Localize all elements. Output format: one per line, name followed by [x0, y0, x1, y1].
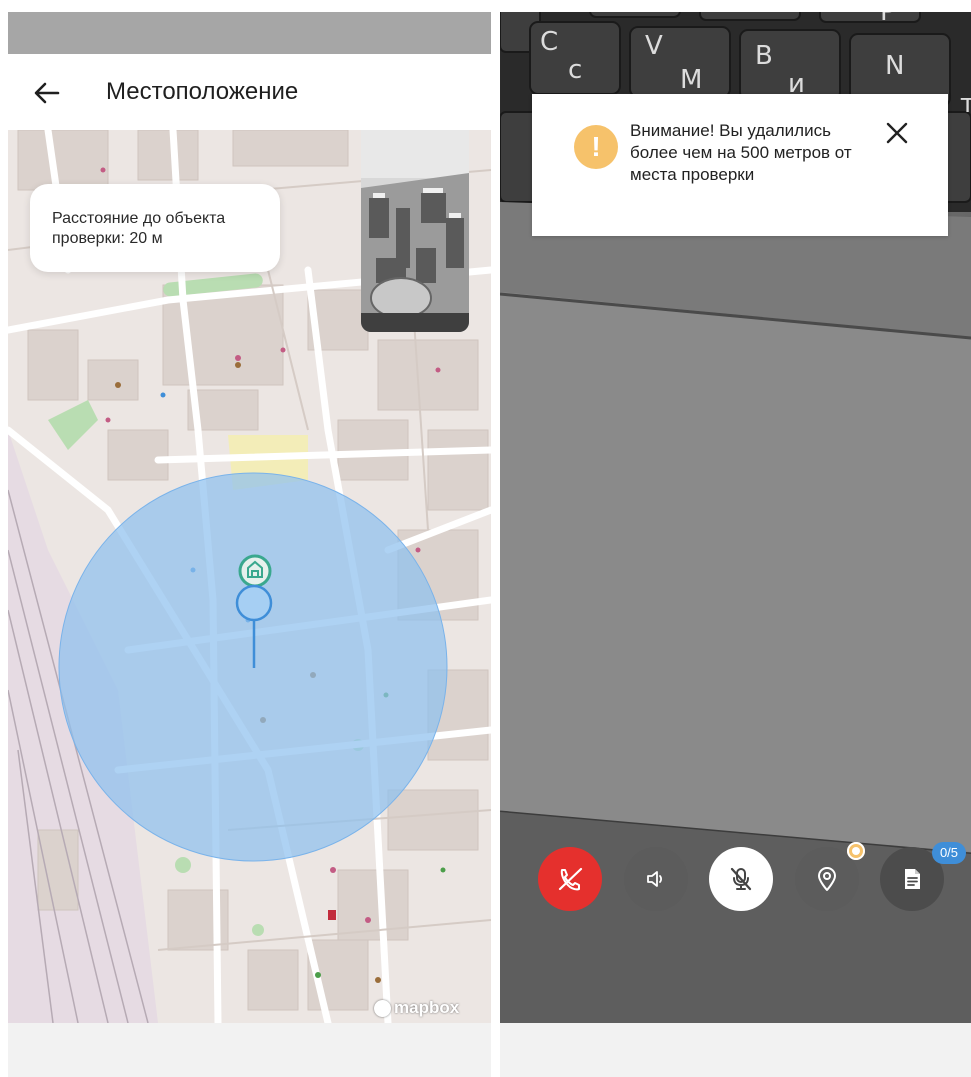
mapbox-attribution[interactable]: mapbox [374, 998, 459, 1018]
location-status-indicator [847, 842, 865, 860]
user-marker [235, 584, 273, 622]
arrow-left-icon [34, 82, 60, 104]
map-view[interactable]: Расстояние до объекта проверки: 20 м map… [8, 130, 491, 1023]
svg-text:N: N [885, 51, 904, 81]
video-call-screen: Cc VM Bи Nт P ! Внимание! Вы удалились б… [500, 12, 971, 1077]
camera-preview-image [361, 130, 469, 332]
mapbox-attribution-text: mapbox [394, 998, 460, 1017]
svg-text:C: C [540, 27, 558, 57]
bottom-bar [500, 1023, 971, 1077]
svg-text:M: M [680, 65, 702, 95]
distance-text: Расстояние до объекта проверки: 20 м [52, 210, 226, 247]
map-pin-icon [818, 867, 836, 891]
svg-text:c: c [568, 55, 582, 85]
back-button[interactable] [30, 76, 64, 110]
svg-text:B: B [755, 41, 773, 71]
documents-count-badge: 0/5 [932, 842, 966, 864]
alert-close-button[interactable] [882, 118, 912, 148]
speaker-button[interactable] [624, 847, 688, 911]
phone-off-icon [558, 867, 583, 891]
distance-card: Расстояние до объекта проверки: 20 м [30, 184, 280, 272]
alert-notification: ! Внимание! Вы удалились более чем на 50… [532, 94, 948, 236]
mute-mic-button[interactable] [709, 847, 773, 911]
bottom-bar [8, 1023, 491, 1077]
document-icon [905, 869, 920, 889]
close-icon [886, 122, 908, 144]
exclamation-icon: ! [574, 125, 618, 169]
svg-text:V: V [645, 31, 663, 61]
alert-text: Внимание! Вы удалились более чем на 500 … [630, 121, 852, 184]
location-screen: Местоположение Расстояние до объекта про… [8, 12, 491, 1077]
mic-off-icon [730, 867, 752, 891]
svg-text:т: т [960, 89, 971, 119]
speaker-icon [647, 871, 663, 887]
svg-text:P: P [880, 12, 896, 27]
status-bar [8, 12, 491, 54]
page-title: Местоположение [106, 78, 299, 105]
hangup-button[interactable] [538, 847, 602, 911]
mapbox-logo-icon [374, 999, 391, 1017]
app-header: Местоположение [8, 54, 491, 130]
camera-preview[interactable] [361, 130, 469, 332]
